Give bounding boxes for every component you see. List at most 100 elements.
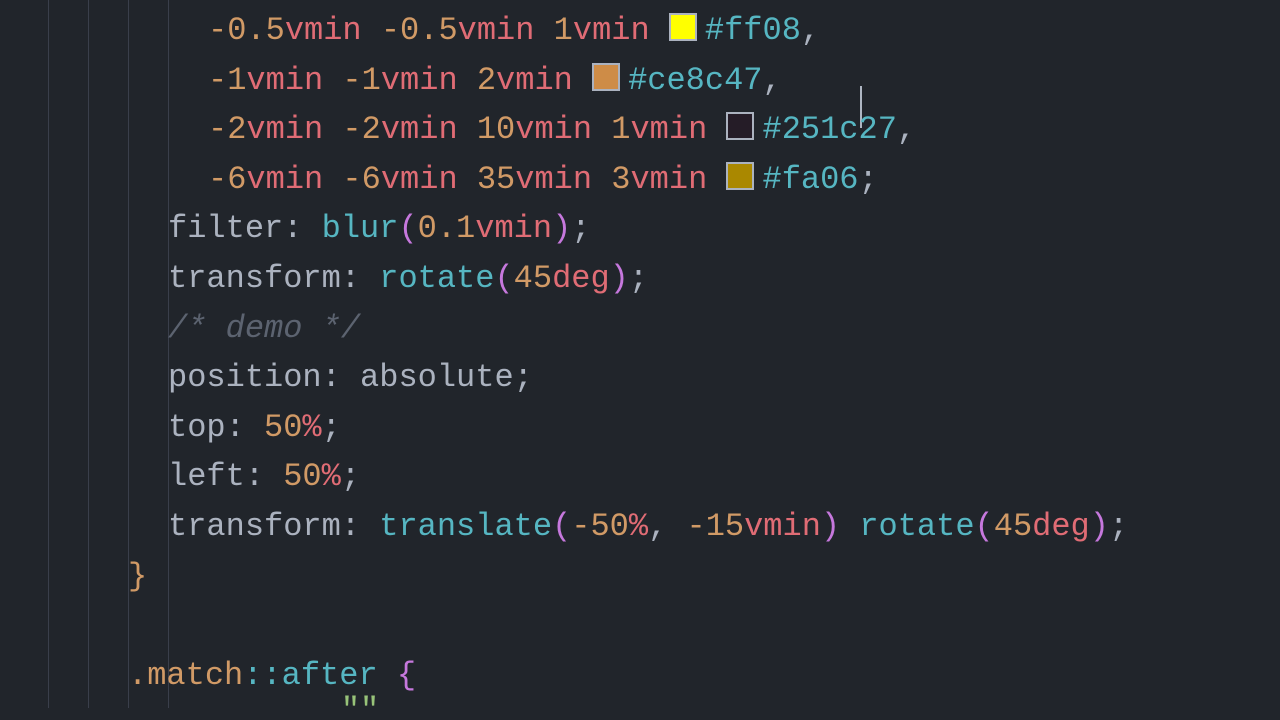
paren: ) <box>821 508 840 545</box>
number: -15 <box>686 508 744 545</box>
number: 1 <box>611 111 630 148</box>
punct: ; <box>571 210 590 247</box>
color-swatch-icon[interactable] <box>592 63 620 91</box>
code-line[interactable]: left: 50%; <box>0 452 1280 502</box>
unit: vmin <box>475 210 552 247</box>
hex-color: #fa06 <box>762 161 858 198</box>
code-line[interactable]: -6vmin -6vmin 35vmin 3vmin #fa06; <box>0 155 1280 205</box>
number: 45 <box>994 508 1032 545</box>
number: -1 <box>208 62 246 99</box>
punct: , <box>801 12 820 49</box>
number: -50 <box>571 508 629 545</box>
punct: , <box>897 111 916 148</box>
paren: ) <box>552 210 571 247</box>
color-swatch-icon[interactable] <box>726 112 754 140</box>
number: 35 <box>477 161 515 198</box>
code-block[interactable]: -0.5vmin -0.5vmin 1vmin #ff08, -1vmin -1… <box>0 6 1280 708</box>
unit: vmin <box>246 111 323 148</box>
code-line[interactable]: transform: rotate(45deg); <box>0 254 1280 304</box>
punct: ; <box>341 458 360 495</box>
brace: } <box>128 558 147 595</box>
number: -2 <box>208 111 246 148</box>
unit: % <box>629 508 648 545</box>
hex-color: #251c27 <box>762 111 896 148</box>
property: top <box>168 409 226 446</box>
punct: ; <box>322 409 341 446</box>
punct: ; <box>859 161 878 198</box>
code-line[interactable]: transform: translate(-50%, -15vmin) rota… <box>0 502 1280 552</box>
color-swatch-icon[interactable] <box>726 162 754 190</box>
paren: ( <box>975 508 994 545</box>
number: -6 <box>342 161 380 198</box>
number: -6 <box>208 161 246 198</box>
hex-color: #ce8c47 <box>628 62 762 99</box>
number: 2 <box>477 62 496 99</box>
colon: : <box>245 458 283 495</box>
unit: vmin <box>630 111 707 148</box>
unit: vmin <box>744 508 821 545</box>
unit: vmin <box>573 12 650 49</box>
code-line[interactable]: } <box>0 552 1280 602</box>
paren: ( <box>552 508 571 545</box>
code-line[interactable]: -0.5vmin -0.5vmin 1vmin #ff08, <box>0 6 1280 56</box>
number: 10 <box>477 111 515 148</box>
property: transform <box>168 260 341 297</box>
colon: : <box>283 210 321 247</box>
comment: /* demo */ <box>168 310 360 347</box>
unit: vmin <box>381 111 458 148</box>
unit: vmin <box>246 161 323 198</box>
value: absolute <box>360 359 514 396</box>
code-line[interactable] <box>0 601 1280 651</box>
unit: % <box>322 458 341 495</box>
paren: ) <box>610 260 629 297</box>
comma: , <box>648 508 686 545</box>
punct: ; <box>514 359 533 396</box>
number: 1 <box>554 12 573 49</box>
code-line[interactable]: /* demo */ <box>0 304 1280 354</box>
code-editor[interactable]: -0.5vmin -0.5vmin 1vmin #ff08, -1vmin -1… <box>0 0 1280 708</box>
code-line[interactable]: -1vmin -1vmin 2vmin #ce8c47, <box>0 56 1280 106</box>
unit: vmin <box>630 161 707 198</box>
string: "" <box>341 692 379 708</box>
paren: ( <box>494 260 513 297</box>
punct: ; <box>1109 508 1128 545</box>
unit: vmin <box>381 62 458 99</box>
property: transform <box>168 508 341 545</box>
number: 45 <box>514 260 552 297</box>
unit: vmin <box>496 62 573 99</box>
unit: vmin <box>246 62 323 99</box>
punct: , <box>762 62 781 99</box>
paren: ( <box>398 210 417 247</box>
unit: vmin <box>515 111 592 148</box>
punct: ; <box>629 260 648 297</box>
number: 0.1 <box>418 210 476 247</box>
color-swatch-icon[interactable] <box>669 13 697 41</box>
unit: vmin <box>285 12 362 49</box>
number: -1 <box>342 62 380 99</box>
unit: vmin <box>381 161 458 198</box>
number: 3 <box>611 161 630 198</box>
number: -2 <box>342 111 380 148</box>
number: -0.5 <box>381 12 458 49</box>
number: 50 <box>264 409 302 446</box>
unit: % <box>302 409 321 446</box>
function: blur <box>322 210 399 247</box>
colon: : <box>341 508 379 545</box>
colon: : <box>322 359 360 396</box>
code-line[interactable]: -2vmin -2vmin 10vmin 1vmin #251c27, <box>0 105 1280 155</box>
unit: vmin <box>515 161 592 198</box>
function: translate <box>379 508 552 545</box>
unit: deg <box>1032 508 1090 545</box>
property: left <box>168 458 245 495</box>
unit: deg <box>552 260 610 297</box>
colon: : <box>226 409 264 446</box>
code-line[interactable]: top: 50%; <box>0 403 1280 453</box>
property: filter <box>168 210 283 247</box>
paren: ) <box>1090 508 1109 545</box>
code-line[interactable]: content: "" <box>0 686 1280 708</box>
code-line[interactable]: filter: blur(0.1vmin); <box>0 204 1280 254</box>
brace: { <box>397 657 416 694</box>
function: rotate <box>859 508 974 545</box>
colon: : <box>341 260 379 297</box>
code-line[interactable]: position: absolute; <box>0 353 1280 403</box>
